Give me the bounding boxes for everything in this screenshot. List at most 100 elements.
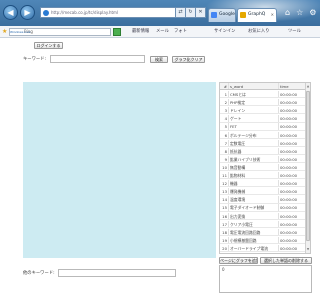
row-time: 00:00:00 — [280, 181, 298, 187]
address-buttons: ⇄ ↻ ✕ — [176, 7, 206, 18]
address-bar[interactable]: http://mecab.co.jp/tc/display.html — [40, 7, 176, 18]
bottom-keyword-input[interactable] — [58, 269, 176, 277]
table-row[interactable]: 12 機器 00:00:00 — [220, 180, 306, 188]
row-word: 無音動構 — [229, 163, 279, 171]
row-word: 小規模基盤回路 — [229, 236, 279, 244]
word-table: # s_word time 1 CMSとは 00:00:00 2 PHP検定 00:00:… — [219, 82, 311, 254]
table-row[interactable]: 9 鉱業ハイブリ技術 00:00:00 — [220, 155, 306, 164]
favbar-link-photo[interactable]: フォト — [174, 26, 187, 37]
table-row[interactable]: 19 小規模基盤回路 00:00:00 — [220, 236, 306, 245]
table-row[interactable]: 10 無音動構 00:00:00 — [220, 163, 306, 172]
row-time: 00:00:00 — [280, 237, 298, 243]
row-no: 13 — [220, 188, 229, 195]
table-row[interactable]: 5 FET 00:00:00 — [220, 123, 306, 131]
scroll-down-icon[interactable]: ▼ — [306, 247, 310, 252]
table-row[interactable]: 20 オーバードライブ電流 00:00:00 — [220, 244, 306, 253]
table-row[interactable]: 7 定数電圧 00:00:00 — [220, 139, 306, 147]
table-row[interactable]: 17 クリア小電圧 00:00:00 — [220, 220, 306, 228]
row-word: 鉱物材料 — [229, 172, 279, 179]
favbar-link-tools[interactable]: ツール — [288, 26, 301, 37]
header-word: s_word — [229, 83, 279, 89]
table-row[interactable]: 14 温度環境 00:00:00 — [220, 196, 306, 204]
favbar-link-favorites[interactable]: お気に入り — [248, 26, 269, 37]
row-word: 鉱業ハイブリ技術 — [229, 155, 279, 163]
live-search-box[interactable]: Windows Live Bing — [9, 28, 111, 36]
favorites-bar-star-icon[interactable]: ★ — [2, 26, 7, 37]
tab-graphq[interactable]: GraphQ ✕ — [237, 8, 277, 22]
tab-google[interactable]: Google — [208, 8, 236, 22]
row-time: 00:00:00 — [280, 124, 298, 130]
home-icon[interactable]: ⌂ — [285, 8, 290, 18]
row-word: オーバードライブ電流 — [229, 244, 279, 252]
row-time: 00:00:00 — [280, 156, 298, 162]
compat-icon[interactable]: ⇄ — [176, 7, 186, 18]
favbar-link-news[interactable]: 最新情報 — [132, 26, 149, 37]
result-textarea[interactable]: 0 — [219, 265, 312, 293]
row-word: 機器 — [229, 180, 279, 187]
table-header: # s_word time — [220, 83, 306, 90]
row-no: 1 — [220, 91, 229, 98]
row-word: 温度環境 — [229, 196, 279, 203]
row-no: 2 — [220, 99, 229, 106]
row-word: PHP検定 — [229, 99, 279, 106]
row-no: 3 — [220, 107, 229, 114]
row-no: 18 — [220, 228, 229, 235]
table-row[interactable]: 18 電圧電流回路回路 00:00:00 — [220, 228, 306, 236]
row-time: 00:00:00 — [280, 245, 298, 251]
live-search-label: Windows Live — [10, 30, 31, 34]
row-word: 爆発機械 — [229, 188, 279, 195]
row-word: FET — [229, 123, 279, 130]
keyword-label: キーワード: — [23, 57, 46, 62]
top-button[interactable]: ログインする — [34, 42, 63, 49]
row-no: 20 — [220, 244, 229, 252]
refresh-icon[interactable]: ↻ — [186, 7, 196, 18]
keyword-input[interactable] — [50, 55, 145, 63]
row-word: 電子ダイオード制御 — [229, 204, 279, 211]
search-button[interactable]: 検索 — [150, 56, 168, 63]
row-word: CMSとは — [229, 91, 279, 98]
favorites-star-icon[interactable]: ☆ — [296, 8, 303, 18]
scroll-up-icon[interactable]: ▲ — [306, 84, 310, 89]
table-row[interactable]: 16 出力変換 00:00:00 — [220, 212, 306, 220]
remove-word-button[interactable]: 選択した単語の削除する — [260, 257, 312, 264]
header-time: time — [280, 84, 289, 89]
tab-graphq-label: GraphQ — [248, 12, 266, 17]
row-no: 19 — [220, 236, 229, 244]
row-no: 9 — [220, 155, 229, 163]
row-no: 15 — [220, 204, 229, 211]
close-tab-icon[interactable]: ✕ — [271, 9, 274, 21]
graph-clear-button[interactable]: グラフ化クリア — [172, 56, 205, 63]
table-row[interactable]: 1 CMSとは 00:00:00 — [220, 91, 306, 99]
add-graph-button[interactable]: ページにグラフを追加 — [219, 257, 258, 264]
scroll-thumb[interactable] — [306, 91, 310, 241]
table-row[interactable]: 15 電子ダイオード制御 00:00:00 — [220, 204, 306, 212]
favbar-link-signin[interactable]: サインイン — [214, 26, 235, 37]
table-row[interactable]: 6 ボルテージ分布 00:00:00 — [220, 131, 306, 139]
row-no: 5 — [220, 123, 229, 130]
live-search-go-icon[interactable] — [113, 28, 121, 36]
table-row[interactable]: 8 抵抗器 00:00:00 — [220, 147, 306, 155]
table-row[interactable]: 2 PHP検定 00:00:00 — [220, 99, 306, 107]
page-favicon-icon — [240, 12, 246, 18]
stop-icon[interactable]: ✕ — [196, 7, 206, 18]
table-row[interactable]: 3 ドレイン 00:00:00 — [220, 107, 306, 115]
address-text: http://mecab.co.jp/tc/display.html — [51, 10, 119, 15]
favbar-link-mail[interactable]: メール — [156, 26, 169, 37]
row-time: 00:00:00 — [280, 108, 298, 114]
row-word: クリア小電圧 — [229, 220, 279, 227]
table-row[interactable]: 11 鉱物材料 00:00:00 — [220, 172, 306, 180]
settings-gear-icon[interactable]: ⚙ — [309, 8, 316, 18]
row-word: ドレイン — [229, 107, 279, 114]
row-no: 4 — [220, 115, 229, 122]
table-scrollbar[interactable]: ▲ ▼ — [305, 83, 310, 253]
row-no: 7 — [220, 139, 229, 146]
forward-button[interactable]: ▶ — [20, 5, 35, 20]
row-time: 00:00:00 — [280, 148, 298, 154]
row-word: 定数電圧 — [229, 139, 279, 146]
row-no: 8 — [220, 147, 229, 154]
back-button[interactable]: ◀ — [3, 5, 18, 20]
table-row[interactable]: 4 ゲート 00:00:00 — [220, 115, 306, 123]
bottom-keyword-label: 他のキーワード: — [23, 271, 55, 276]
row-word: 抵抗器 — [229, 147, 279, 154]
table-row[interactable]: 13 爆発機械 00:00:00 — [220, 188, 306, 196]
